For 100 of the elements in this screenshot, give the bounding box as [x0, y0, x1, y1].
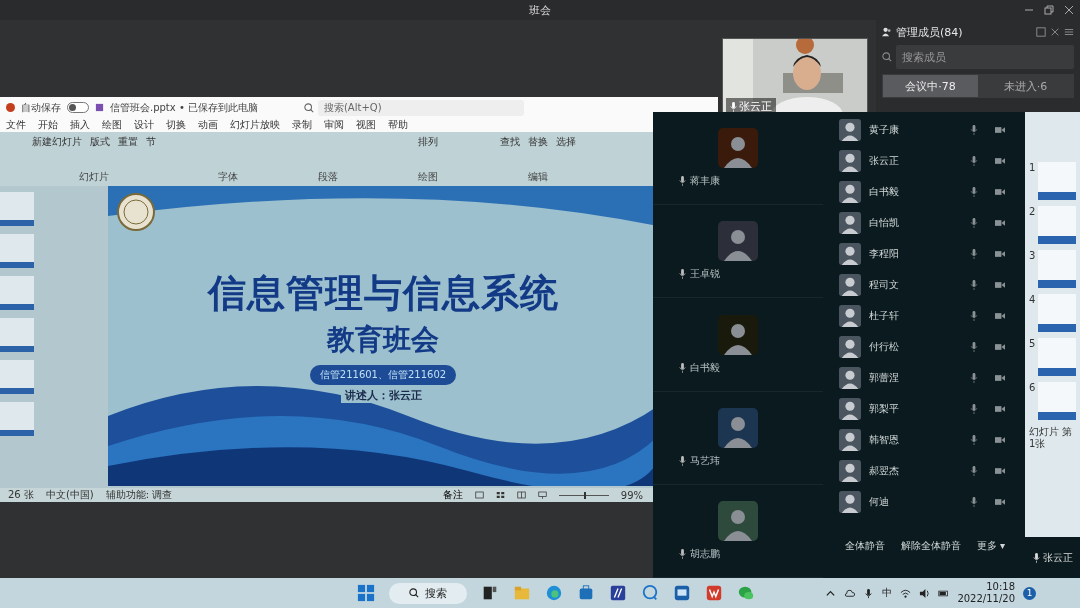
- slide-thumbnail[interactable]: [0, 402, 34, 436]
- slideshow-icon[interactable]: [537, 491, 547, 499]
- menu-item[interactable]: 切换: [166, 118, 186, 132]
- battery-icon[interactable]: [938, 587, 950, 599]
- member-row[interactable]: 李程阳: [823, 238, 1025, 269]
- input-method-indicator[interactable]: 中: [882, 586, 893, 600]
- camera-icon[interactable]: [995, 496, 1005, 507]
- menu-item[interactable]: 录制: [292, 118, 312, 132]
- slide-thumbnail[interactable]: [1038, 162, 1077, 200]
- menu-item[interactable]: 绘图: [102, 118, 122, 132]
- slide-thumbnail[interactable]: [0, 318, 34, 352]
- menu-item[interactable]: 帮助: [388, 118, 408, 132]
- app-icon[interactable]: [608, 584, 627, 602]
- microphone-icon[interactable]: [969, 155, 979, 166]
- menu-item[interactable]: 插入: [70, 118, 90, 132]
- microphone-icon[interactable]: [969, 341, 979, 352]
- notes-button[interactable]: 备注: [442, 488, 463, 502]
- member-row[interactable]: 白书毅: [823, 176, 1025, 207]
- ribbon-button[interactable]: 重置: [116, 135, 140, 149]
- action-button[interactable]: 更多 ▾: [972, 537, 1009, 555]
- microphone-icon[interactable]: [969, 124, 979, 135]
- slide-thumbnail[interactable]: [0, 276, 34, 310]
- save-icon[interactable]: [95, 103, 104, 112]
- member-row[interactable]: 付行松: [823, 331, 1025, 362]
- menu-item[interactable]: 开始: [38, 118, 58, 132]
- slide-thumbnail[interactable]: [0, 360, 34, 394]
- camera-icon[interactable]: [995, 310, 1005, 321]
- member-row[interactable]: 白怡凯: [823, 207, 1025, 238]
- microphone-icon[interactable]: [969, 248, 979, 259]
- menu-item[interactable]: 设计: [134, 118, 154, 132]
- microphone-icon[interactable]: [969, 465, 979, 476]
- menu-item[interactable]: 动画: [198, 118, 218, 132]
- microphone-icon[interactable]: [969, 403, 979, 414]
- member-row[interactable]: 何迪: [823, 486, 1025, 517]
- member-row[interactable]: 韩智恩: [823, 424, 1025, 455]
- slide-thumbnail[interactable]: [1038, 294, 1077, 332]
- ribbon-button[interactable]: 新建幻灯片: [30, 135, 84, 149]
- action-button[interactable]: 全体静音: [841, 537, 889, 555]
- microphone-icon[interactable]: [969, 434, 979, 445]
- menu-item[interactable]: 文件: [6, 118, 26, 132]
- camera-icon[interactable]: [995, 279, 1005, 290]
- menu-item[interactable]: 幻灯片放映: [230, 118, 280, 132]
- ribbon-button[interactable]: 版式: [88, 135, 112, 149]
- camera-icon[interactable]: [995, 217, 1005, 228]
- grid-view-icon[interactable]: [495, 491, 505, 499]
- member-row[interactable]: 郝翌杰: [823, 455, 1025, 486]
- wifi-icon[interactable]: [900, 587, 912, 599]
- search-field[interactable]: 搜索成员: [896, 45, 1074, 69]
- search-button[interactable]: 搜索: [388, 582, 467, 604]
- member-row[interactable]: 郭梨平: [823, 393, 1025, 424]
- ribbon-button[interactable]: 节: [144, 135, 158, 149]
- camera-icon[interactable]: [995, 403, 1005, 414]
- camera-icon[interactable]: [995, 155, 1005, 166]
- member-row[interactable]: 郭蕾涅: [823, 362, 1025, 393]
- microphone-icon[interactable]: [969, 279, 979, 290]
- member-row[interactable]: 程司文: [823, 269, 1025, 300]
- reading-view-icon[interactable]: [516, 491, 526, 499]
- clock-date[interactable]: 2022/11/20: [957, 593, 1015, 605]
- member-row[interactable]: 黄子康: [823, 114, 1025, 145]
- camera-icon[interactable]: [995, 465, 1005, 476]
- camera-icon[interactable]: [995, 186, 1005, 197]
- ribbon-button[interactable]: 查找: [498, 135, 522, 149]
- action-button[interactable]: 解除全体静音: [896, 537, 965, 555]
- camera-icon[interactable]: [995, 341, 1005, 352]
- speaker-icon[interactable]: [919, 587, 931, 599]
- member-row[interactable]: 杜子轩: [823, 300, 1025, 331]
- ribbon-button[interactable]: 替换: [526, 135, 550, 149]
- notification-badge[interactable]: 1: [1023, 586, 1036, 600]
- clock-time[interactable]: 10:18: [986, 581, 1015, 593]
- ribbon-button[interactable]: 排列: [416, 135, 440, 149]
- microphone-icon[interactable]: [969, 217, 979, 228]
- meeting-icon[interactable]: [672, 584, 691, 602]
- close-icon[interactable]: [1050, 27, 1060, 37]
- slide-thumbnail[interactable]: [0, 192, 34, 226]
- camera-icon[interactable]: [995, 124, 1005, 135]
- ribbon-button[interactable]: 选择: [554, 135, 578, 149]
- camera-icon[interactable]: [995, 372, 1005, 383]
- slide-thumbnail[interactable]: [1038, 382, 1077, 420]
- microphone-icon[interactable]: [969, 496, 979, 507]
- autosave-toggle[interactable]: [67, 102, 89, 113]
- slide-thumbnail[interactable]: [1038, 206, 1077, 244]
- slide-thumbnail[interactable]: [1038, 338, 1077, 376]
- restore-icon[interactable]: [1044, 5, 1054, 15]
- microphone-icon[interactable]: [969, 186, 979, 197]
- menu-icon[interactable]: [1064, 27, 1074, 37]
- popout-icon[interactable]: [1036, 27, 1046, 37]
- tab[interactable]: 会议中·78: [883, 75, 978, 97]
- menu-item[interactable]: 视图: [356, 118, 376, 132]
- search-field[interactable]: 搜索(Alt+Q): [317, 99, 524, 116]
- camera-icon[interactable]: [995, 434, 1005, 445]
- slide-thumbnail[interactable]: [0, 234, 34, 268]
- microphone-icon[interactable]: [969, 310, 979, 321]
- close-icon[interactable]: [1064, 5, 1074, 15]
- cloud-icon[interactable]: [844, 587, 856, 599]
- member-row[interactable]: 张云正: [823, 145, 1025, 176]
- start-icon[interactable]: [356, 584, 375, 602]
- menu-item[interactable]: 审阅: [324, 118, 344, 132]
- microphone-icon[interactable]: [969, 372, 979, 383]
- office-icon[interactable]: [704, 584, 723, 602]
- normal-view-icon[interactable]: [474, 491, 484, 499]
